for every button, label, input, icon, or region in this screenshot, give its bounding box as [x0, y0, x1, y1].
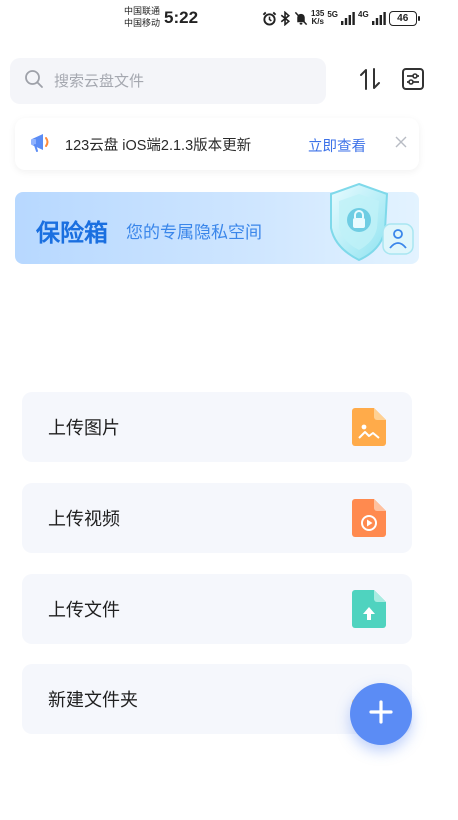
- battery-indicator: 46: [388, 10, 420, 26]
- battery-level: 46: [397, 12, 409, 24]
- search-bar[interactable]: [10, 58, 326, 104]
- video-file-icon: [352, 499, 386, 542]
- sort-button[interactable]: [355, 66, 385, 96]
- upload-file-label: 上传文件: [48, 600, 120, 620]
- speed-unit: K/s: [311, 17, 324, 26]
- sort-icon: [359, 67, 381, 96]
- alarm-icon: [262, 11, 277, 26]
- carrier-2: 中国移动: [124, 18, 161, 28]
- notice-text: 123云盘 iOS端2.1.3版本更新: [65, 137, 252, 154]
- status-bar: 中国联通 中国移动 5:22 135 K/s 5G 4G 46: [0, 0, 458, 36]
- network-type-2: 4G: [358, 9, 369, 19]
- shield-lock-icon: [323, 178, 419, 273]
- image-file-icon: [352, 408, 386, 451]
- add-fab-button[interactable]: [350, 683, 412, 745]
- safe-box-banner[interactable]: 保险箱 您的专属隐私空间: [15, 182, 419, 266]
- upload-video-button[interactable]: 上传视频: [22, 483, 412, 553]
- safe-box-subtitle: 您的专属隐私空间: [126, 223, 262, 242]
- upload-image-button[interactable]: 上传图片: [22, 392, 412, 462]
- search-icon: [24, 69, 44, 94]
- network-type-1: 5G: [327, 9, 339, 19]
- upload-file-icon: [352, 590, 386, 633]
- new-folder-label: 新建文件夹: [48, 690, 138, 710]
- signal-icon: [371, 11, 386, 25]
- carrier-1: 中国联通: [124, 6, 161, 16]
- upload-video-label: 上传视频: [48, 509, 120, 529]
- status-time: 5:22: [164, 8, 199, 27]
- signal-icon: [341, 11, 355, 25]
- close-notice-button[interactable]: [391, 134, 411, 154]
- upload-image-label: 上传图片: [48, 418, 120, 438]
- system-icons: 135 K/s 5G 4G 46: [262, 9, 420, 27]
- megaphone-icon: [29, 130, 53, 159]
- bluetooth-icon: [280, 10, 291, 26]
- update-notice[interactable]: 123云盘 iOS端2.1.3版本更新 立即查看: [15, 118, 419, 170]
- view-now-link[interactable]: 立即查看: [308, 135, 366, 156]
- mute-bell-icon: [294, 11, 308, 26]
- carrier-names: 中国联通 中国移动: [124, 5, 160, 29]
- filter-button[interactable]: [398, 66, 428, 96]
- filter-settings-icon: [402, 67, 424, 95]
- plus-icon: [368, 699, 394, 730]
- search-input[interactable]: [54, 72, 294, 90]
- upload-file-button[interactable]: 上传文件: [22, 574, 412, 644]
- safe-box-title: 保险箱: [36, 220, 108, 247]
- close-icon: [395, 135, 407, 153]
- network-speed: 135 K/s: [311, 10, 324, 26]
